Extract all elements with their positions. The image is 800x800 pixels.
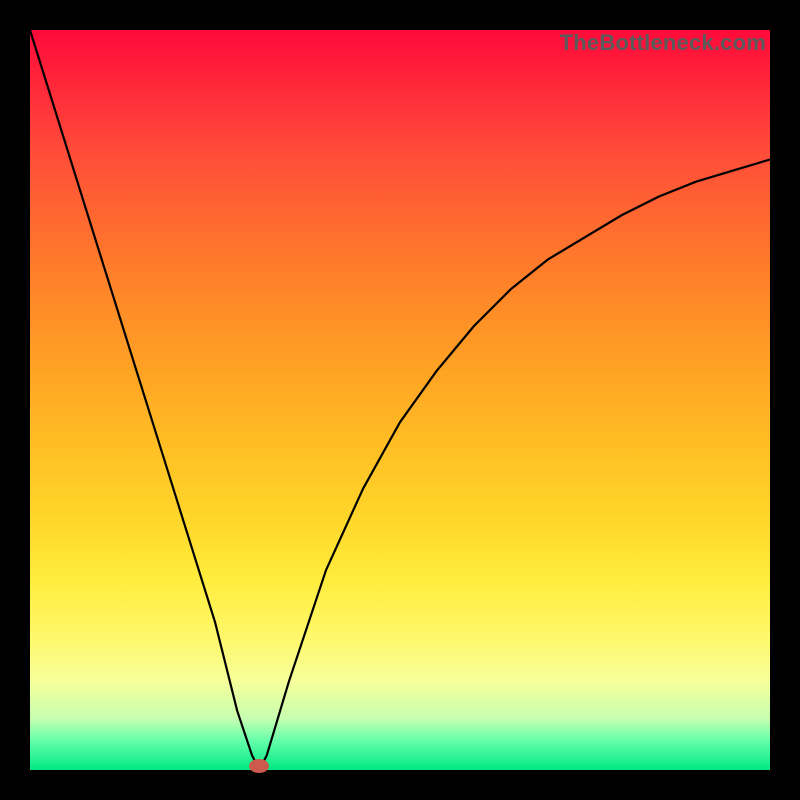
bottleneck-curve xyxy=(30,30,770,770)
chart-frame: TheBottleneck.com xyxy=(0,0,800,800)
plot-area: TheBottleneck.com xyxy=(30,30,770,770)
minimum-marker xyxy=(249,759,269,773)
